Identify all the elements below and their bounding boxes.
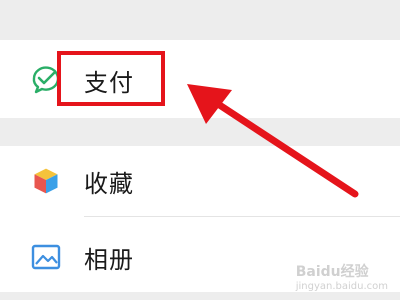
menu-item-label-favorites: 收藏 xyxy=(84,170,134,198)
baidu-watermark: Baidu经验 jingyan.baidu.com xyxy=(296,261,388,292)
section-gap-middle xyxy=(0,118,400,146)
section-gap-bottom xyxy=(0,292,400,300)
highlight-box xyxy=(57,51,165,106)
menu-item-favorites[interactable]: 收藏 xyxy=(0,146,400,216)
menu-item-label-album: 相册 xyxy=(84,246,134,274)
watermark-url: jingyan.baidu.com xyxy=(295,281,388,292)
album-picture-icon xyxy=(28,239,64,275)
section-gap-top xyxy=(0,0,400,40)
watermark-brand: Baidu经验 xyxy=(295,264,369,280)
favorites-cube-icon xyxy=(28,163,64,199)
row-divider xyxy=(84,216,400,217)
